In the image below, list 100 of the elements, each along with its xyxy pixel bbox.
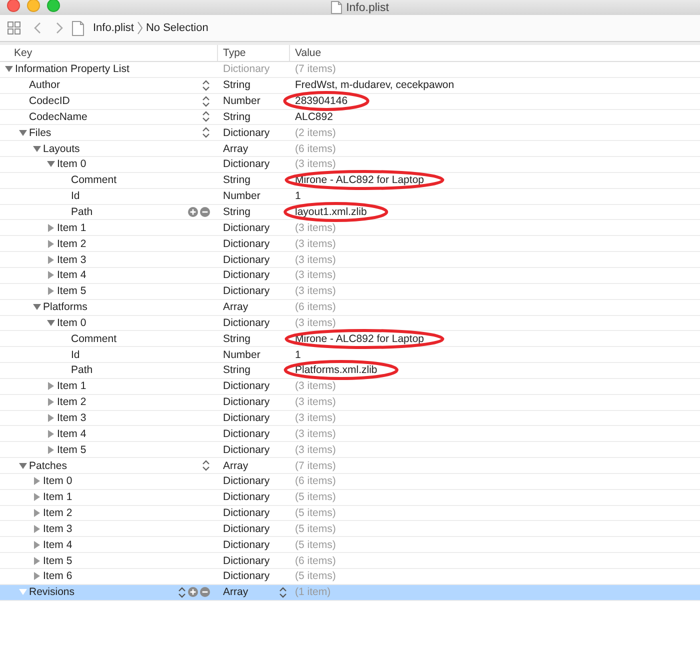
disclosure-triangle-icon[interactable] <box>19 462 27 470</box>
zoom-button[interactable] <box>47 0 60 12</box>
table-row[interactable]: Item 5 Dictionary (6 items) <box>0 553 700 569</box>
table-row[interactable]: Path String layout1.xml.zlib <box>0 204 700 220</box>
key-text: Information Property List <box>15 63 130 76</box>
table-row[interactable]: Item 1 Dictionary (5 items) <box>0 490 700 506</box>
table-row[interactable]: Item 1 Dictionary (3 items) <box>0 378 700 395</box>
disclosure-triangle-icon[interactable] <box>47 271 55 280</box>
table-row[interactable]: Files Dictionary (2 items) <box>0 125 700 142</box>
disclosure-triangle-icon[interactable] <box>47 256 55 264</box>
disclosure-triangle-icon[interactable] <box>47 430 55 438</box>
disclosure-triangle-icon[interactable] <box>33 477 41 486</box>
disclosure-triangle-icon[interactable] <box>47 318 55 327</box>
close-button[interactable] <box>7 0 20 12</box>
back-icon[interactable] <box>34 22 42 34</box>
table-row[interactable]: Item 5 Dictionary (3 items) <box>0 442 700 458</box>
table-row[interactable]: Layouts Array (6 items) <box>0 141 700 158</box>
breadcrumb-item[interactable]: Info.plist <box>93 22 134 34</box>
table-row[interactable]: Item 0 Dictionary (3 items) <box>0 316 700 332</box>
remove-icon[interactable] <box>200 207 210 218</box>
value-text: (7 items) <box>295 460 336 472</box>
table-row[interactable]: Item 2 Dictionary (5 items) <box>0 506 700 522</box>
disclosure-triangle-icon[interactable] <box>33 303 41 312</box>
value-text: (3 items) <box>295 158 336 170</box>
disclosure-triangle-icon[interactable] <box>47 160 55 168</box>
stepper-icon[interactable] <box>202 127 210 138</box>
table-row[interactable]: Comment String Mirone - ALC892 for Laptop <box>0 331 700 348</box>
window-title: Info.plist <box>346 2 389 14</box>
value-text: (3 items) <box>295 222 336 234</box>
disclosure-triangle-icon[interactable] <box>33 509 41 518</box>
column-header[interactable]: Type <box>218 45 290 61</box>
disclosure-triangle-icon[interactable] <box>33 524 41 533</box>
type-text: Dictionary <box>223 491 270 504</box>
minimize-button[interactable] <box>27 0 40 12</box>
table-row[interactable]: Item 3 Dictionary (3 items) <box>0 410 700 426</box>
table-row[interactable]: Patches Array (7 items) <box>0 458 700 474</box>
disclosure-triangle-icon[interactable] <box>47 240 55 248</box>
value-text: (5 items) <box>295 538 336 551</box>
key-text: Item 5 <box>57 285 88 298</box>
grid-icon[interactable] <box>7 21 21 35</box>
table-row[interactable]: Item 3 Dictionary (5 items) <box>0 521 700 538</box>
stepper-icon[interactable] <box>202 460 210 472</box>
table-row[interactable]: Platforms Array (6 items) <box>0 300 700 316</box>
table-row[interactable]: Item 4 Dictionary (3 items) <box>0 268 700 284</box>
table-row[interactable]: Information Property List Dictionary (7 items) <box>0 62 700 78</box>
disclosure-triangle-icon[interactable] <box>47 414 55 422</box>
table-row[interactable]: CodecName String ALC892 <box>0 110 700 126</box>
table-row[interactable]: Comment String Mirone - ALC892 for Laptop <box>0 172 700 189</box>
remove-icon[interactable] <box>200 587 210 598</box>
disclosure-triangle-icon[interactable] <box>47 446 55 454</box>
disclosure-triangle-icon[interactable] <box>33 572 41 580</box>
table-row[interactable]: Id Number 1 <box>0 347 700 364</box>
table-row[interactable]: Author String FredWst, m-dudarev, cecekpawon <box>0 78 700 94</box>
disclosure-triangle-icon[interactable] <box>19 128 27 137</box>
stepper-icon[interactable] <box>202 96 210 107</box>
type-text: Dictionary <box>223 428 270 440</box>
disclosure-triangle-icon[interactable] <box>5 65 13 74</box>
key-text: Item 3 <box>57 254 88 266</box>
table-row[interactable]: Revisions Array (1 item) <box>0 584 700 601</box>
table-row[interactable]: Item 2 Dictionary (3 items) <box>0 236 700 252</box>
add-icon[interactable] <box>188 207 198 218</box>
table-row[interactable]: Item 4 Dictionary (5 items) <box>0 537 700 554</box>
column-header[interactable]: Value <box>290 45 700 61</box>
forward-icon[interactable] <box>55 22 63 34</box>
disclosure-triangle-icon[interactable] <box>33 493 41 502</box>
table-row[interactable]: CodecID Number 283904146 <box>0 94 700 110</box>
value-text: (6 items) <box>295 554 336 567</box>
disclosure-triangle-icon[interactable] <box>47 224 55 232</box>
table-row[interactable]: Item 4 Dictionary (3 items) <box>0 426 700 442</box>
disclosure-triangle-icon[interactable] <box>33 540 41 549</box>
stepper-icon[interactable] <box>202 80 210 91</box>
stepper-icon[interactable] <box>202 111 210 122</box>
disclosure-triangle-icon[interactable] <box>33 144 41 153</box>
type-text: Dictionary <box>223 522 270 535</box>
disclosure-triangle-icon[interactable] <box>33 556 41 565</box>
table-row[interactable]: Item 2 Dictionary (3 items) <box>0 394 700 411</box>
column-header[interactable]: Key <box>0 45 218 61</box>
value-text: (3 items) <box>295 254 336 266</box>
value-text: (6 items) <box>295 142 336 155</box>
table-row[interactable]: Item 5 Dictionary (3 items) <box>0 284 700 300</box>
table-row[interactable]: Item 3 Dictionary (3 items) <box>0 252 700 268</box>
add-icon[interactable] <box>188 587 198 598</box>
disclosure-triangle-icon[interactable] <box>47 287 55 296</box>
table-row[interactable]: Item 1 Dictionary (3 items) <box>0 220 700 236</box>
table-row[interactable]: Item 0 Dictionary (3 items) <box>0 157 700 173</box>
type-text: Dictionary <box>223 126 270 139</box>
table-row[interactable]: Item 0 Dictionary (6 items) <box>0 474 700 490</box>
type-text: Dictionary <box>223 412 270 424</box>
breadcrumb-item[interactable]: No Selection <box>146 22 208 34</box>
disclosure-triangle-icon[interactable] <box>47 398 55 406</box>
disclosure-triangle-icon[interactable] <box>47 382 55 390</box>
value-text: (3 items) <box>295 285 336 298</box>
table-row[interactable]: Id Number 1 <box>0 188 700 205</box>
key-text: Patches <box>29 460 68 472</box>
table-row[interactable]: Path String Platforms.xml.zlib <box>0 363 700 379</box>
key-text: Id <box>71 348 81 361</box>
key-text: Item 0 <box>57 316 88 329</box>
stepper-icon[interactable] <box>178 586 186 598</box>
type-text: Dictionary <box>223 554 270 567</box>
stepper-icon[interactable] <box>279 586 287 598</box>
